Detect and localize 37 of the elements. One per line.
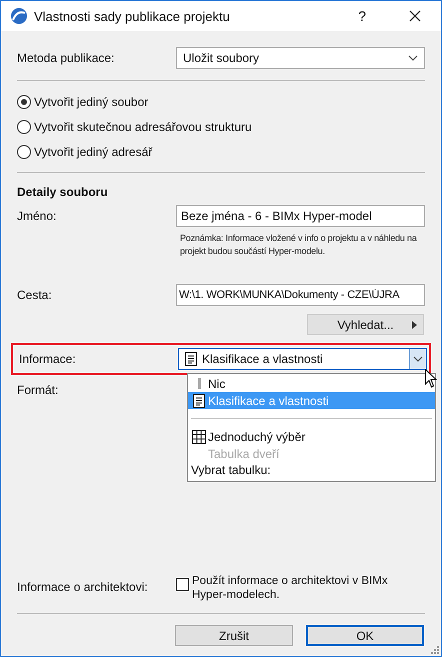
method-dropdown[interactable]: Uložit soubory <box>176 47 425 69</box>
triangle-right-icon <box>412 321 417 329</box>
checkbox[interactable] <box>176 578 189 591</box>
chevron-down-icon <box>408 55 418 61</box>
radio-label[interactable]: Vytvořit jediný soubor <box>34 95 148 109</box>
menu-heading: Vybrat tabulku: <box>190 462 272 479</box>
app-logo-icon <box>10 7 28 25</box>
field-label: Cesta: <box>17 288 53 302</box>
help-button[interactable]: ? <box>358 8 366 24</box>
field-label: Informace o architektovi: <box>17 579 149 594</box>
checkbox-label[interactable]: Použít informace o architektovi v BIMx Hyper-modelech. <box>192 574 425 602</box>
field-label: Metoda publikace: <box>17 51 116 65</box>
field-label: Formát: <box>17 383 60 397</box>
browse-button[interactable]: Vyhledat... <box>307 314 424 335</box>
radio-label[interactable]: Vytvořit jediný adresář <box>34 145 152 159</box>
bar-icon <box>198 378 200 389</box>
document-icon <box>185 352 197 366</box>
table-icon <box>192 430 206 444</box>
cancel-button[interactable]: Zrušit <box>175 625 293 646</box>
chevron-down-icon <box>413 356 423 362</box>
information-dropdown[interactable]: Klasifikace a vlastnosti <box>178 348 427 370</box>
section-heading: Detaily souboru <box>17 185 109 199</box>
close-icon[interactable] <box>409 10 421 22</box>
radio-label[interactable]: Vytvořit skutečnou adresářovou strukturu <box>34 120 252 134</box>
document-icon <box>193 394 205 408</box>
radio-button[interactable] <box>17 145 31 159</box>
field-label: Jméno: <box>17 209 58 223</box>
radio-button[interactable] <box>17 95 31 109</box>
ok-button[interactable]: OK <box>306 625 424 646</box>
menu-item[interactable]: Jednoduchý výběr <box>188 428 435 445</box>
resize-grip-icon[interactable] <box>431 646 439 654</box>
field-label: Informace: <box>19 352 77 366</box>
radio-button[interactable] <box>17 120 31 134</box>
window-title: Vlastnosti sady publikace projektu <box>34 8 231 24</box>
name-field[interactable]: Beze jména - 6 - BIMx Hyper-model <box>176 205 425 227</box>
note-text: Poznámka: Informace vložené v info o projektu a v náhledu na projekt budou součástí Hyper-modelu. <box>179 232 418 258</box>
menu-item[interactable]: Nic <box>188 375 435 392</box>
